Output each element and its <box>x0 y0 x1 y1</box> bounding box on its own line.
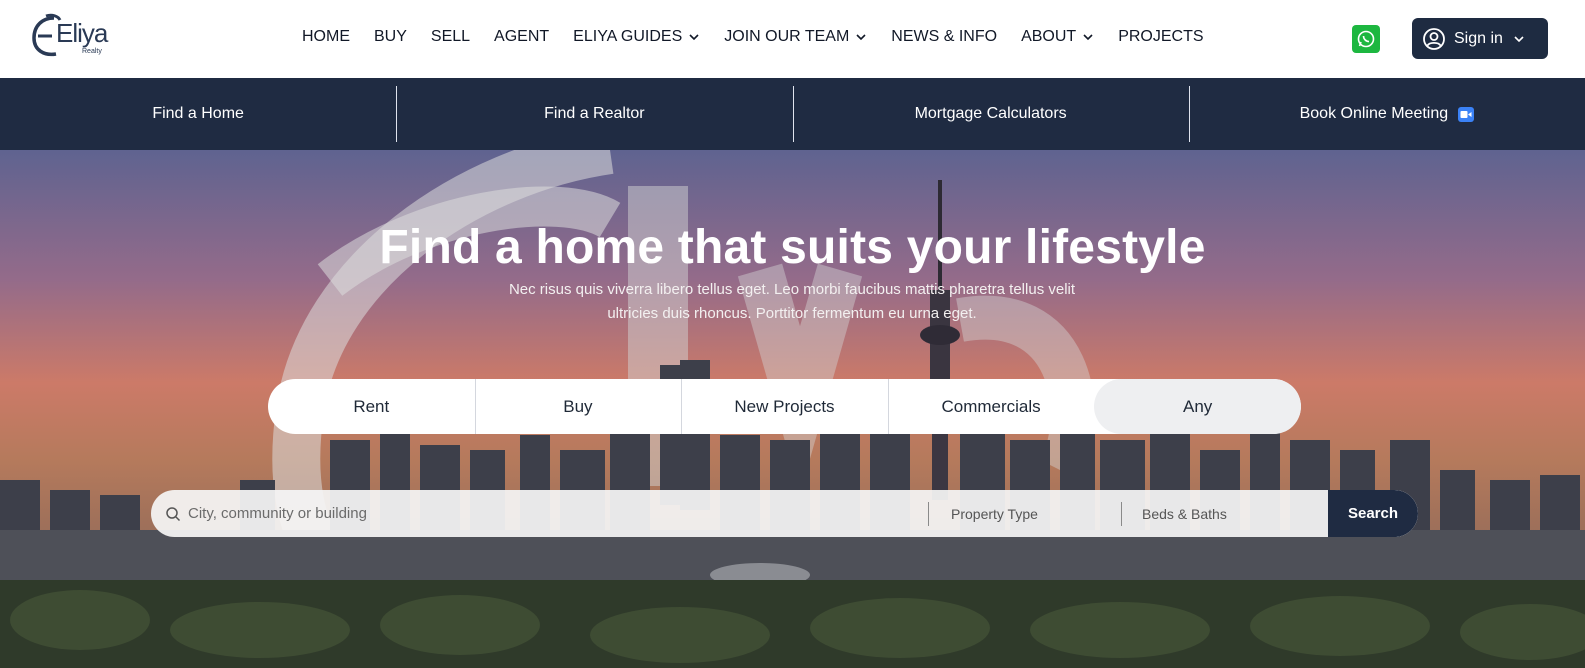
search-icon <box>166 506 181 521</box>
nav-item-eliya-guides[interactable]: ELIYA GUIDES <box>573 28 700 46</box>
nav-item-about[interactable]: ABOUT <box>1021 28 1094 46</box>
property-type-select[interactable]: Property Type <box>929 506 1121 522</box>
nav-item-buy[interactable]: BUY <box>374 28 407 46</box>
quick-link-find-home[interactable]: Find a Home <box>0 78 396 150</box>
hero-title: Find a home that suits your lifestyle <box>379 221 1206 274</box>
nav-item-label: ABOUT <box>1021 28 1077 45</box>
nav-item-label: ELIYA GUIDES <box>573 28 683 45</box>
quick-link-label: Find a Realtor <box>544 105 645 122</box>
whatsapp-icon <box>1357 30 1375 48</box>
quick-link-label: Mortgage Calculators <box>914 105 1067 122</box>
user-avatar-icon <box>1423 27 1445 50</box>
tab-commercials[interactable]: Commercials <box>887 379 1095 434</box>
hero-subtitle: Nec risus quis viverra libero tellus ege… <box>508 281 1076 322</box>
tab-label: Commercials <box>941 396 1041 416</box>
whatsapp-button[interactable] <box>1352 25 1380 53</box>
tab-rent[interactable]: Rent <box>268 379 475 434</box>
nav-item-label: SELL <box>430 28 471 45</box>
eliya-logo[interactable]: Eliya Realty <box>32 12 112 60</box>
tab-label: Rent <box>353 396 390 416</box>
search-button[interactable]: Search <box>1328 490 1418 537</box>
nav-item-label: BUY <box>374 28 407 45</box>
quick-link-find-realtor[interactable]: Find a Realtor <box>396 78 792 150</box>
logo-wordmark: Eliya <box>56 18 108 48</box>
tab-label: Buy <box>563 396 593 416</box>
chevron-down-icon <box>1083 34 1093 41</box>
sign-in-button[interactable]: Sign in <box>1412 18 1548 59</box>
hero-section: Find a home that suits your lifestyle Ne… <box>0 150 1585 668</box>
tab-new-projects[interactable]: New Projects <box>681 379 888 434</box>
nav-item-label: HOME <box>302 28 350 45</box>
quick-link-mortgage-calculators[interactable]: Mortgage Calculators <box>792 78 1189 150</box>
nav-item-sell[interactable]: SELL <box>431 28 470 46</box>
nav-item-projects[interactable]: PROJECTS <box>1118 28 1203 46</box>
nav-item-home[interactable]: HOME <box>302 28 350 46</box>
tab-label: Any <box>1183 396 1213 416</box>
sign-in-label: Sign in <box>1454 29 1503 47</box>
chevron-down-icon <box>1514 35 1524 42</box>
quick-links-bar: Find a Home Find a Realtor Mortgage Calc… <box>0 78 1585 150</box>
beds-baths-select[interactable]: Beds & Baths <box>1122 506 1310 522</box>
search-input[interactable] <box>188 505 928 522</box>
nav-item-agent[interactable]: AGENT <box>494 28 549 46</box>
site-header: Eliya Realty HOME BUY SELL AGENT ELIYA G… <box>0 0 1585 78</box>
tab-buy[interactable]: Buy <box>474 379 682 434</box>
nav-item-label: PROJECTS <box>1118 28 1204 45</box>
chevron-down-icon <box>856 34 866 41</box>
quick-link-book-meeting[interactable]: Book Online Meeting <box>1188 78 1585 150</box>
tab-any[interactable]: Any <box>1094 379 1301 434</box>
nav-item-label: NEWS & INFO <box>891 28 998 45</box>
nav-item-label: AGENT <box>494 28 550 45</box>
quick-link-label: Find a Home <box>152 105 244 122</box>
property-search-bar: Property Type Beds & Baths Search <box>151 490 1418 537</box>
logo-subtext: Realty <box>82 48 102 55</box>
nav-item-join-our-team[interactable]: JOIN OUR TEAM <box>724 28 867 46</box>
video-camera-icon <box>1458 106 1475 122</box>
chevron-down-icon <box>689 34 699 41</box>
nav-item-news-info[interactable]: NEWS & INFO <box>891 28 997 46</box>
nav-item-label: JOIN OUR TEAM <box>724 28 850 45</box>
quick-link-label: Book Online Meeting <box>1299 105 1449 122</box>
listing-type-tabs: Rent Buy New Projects Commercials Any <box>268 379 1301 434</box>
main-nav: HOME BUY SELL AGENT ELIYA GUIDES JOIN OU… <box>302 28 1228 46</box>
tab-label: New Projects <box>734 396 835 416</box>
